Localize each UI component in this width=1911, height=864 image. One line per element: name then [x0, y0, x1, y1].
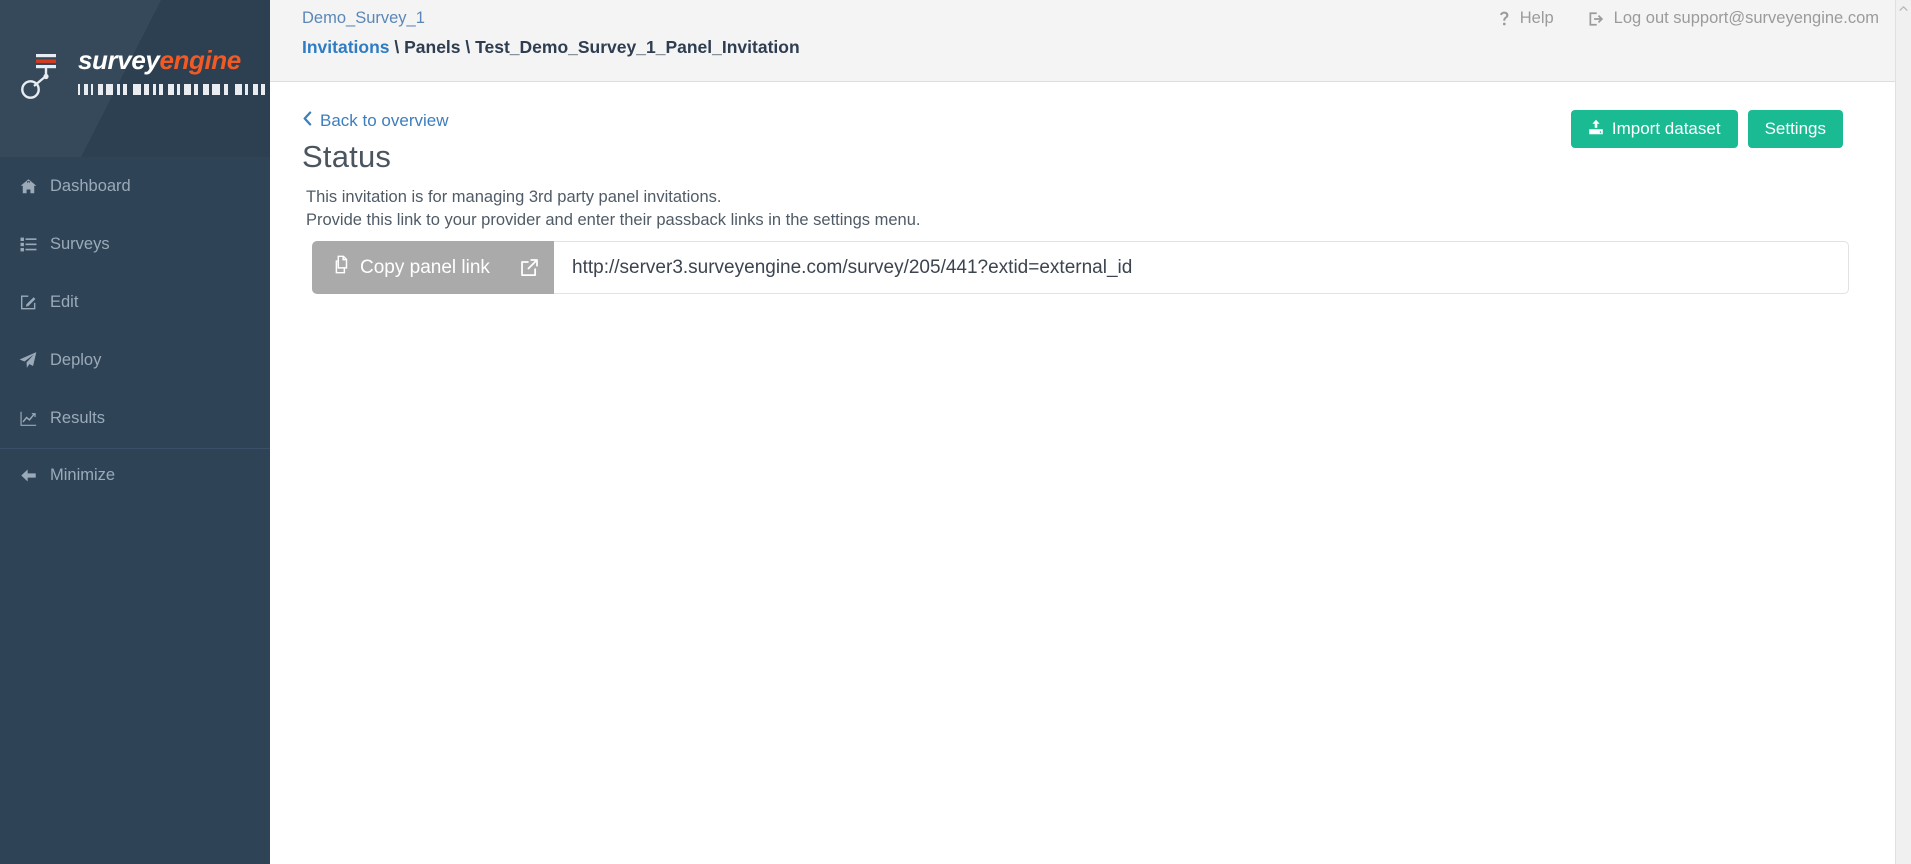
- vertical-scrollbar[interactable]: [1895, 0, 1911, 864]
- page-title: Status: [302, 139, 391, 175]
- top-header-actions: Help Log out support@surveyengine.com: [1498, 9, 1879, 28]
- sidebar-item-surveys[interactable]: Surveys: [0, 224, 270, 264]
- breadcrumb-rest: \ Panels \ Test_Demo_Survey_1_Panel_Invi…: [390, 37, 800, 57]
- chart-line-icon: [14, 410, 42, 427]
- status-description-line-1: This invitation is for managing 3rd part…: [306, 186, 920, 209]
- sidebar-item-label: Results: [50, 409, 105, 428]
- sidebar-item-deploy[interactable]: Deploy: [0, 340, 270, 380]
- sidebar: surveyengine Dashboard Surveys: [0, 0, 270, 864]
- import-dataset-label: Import dataset: [1612, 119, 1721, 139]
- chevron-up-icon[interactable]: [1896, 0, 1911, 16]
- external-link-icon: [519, 257, 540, 278]
- sidebar-item-label: Edit: [50, 293, 78, 312]
- page-action-buttons: Import dataset Settings: [1571, 110, 1843, 148]
- back-to-overview-label: Back to overview: [320, 111, 449, 131]
- import-dataset-button[interactable]: Import dataset: [1571, 110, 1738, 148]
- sidebar-item-dashboard[interactable]: Dashboard: [0, 166, 270, 206]
- logout-link[interactable]: Log out support@surveyengine.com: [1588, 9, 1879, 28]
- sidebar-item-results[interactable]: Results: [0, 398, 270, 438]
- help-label: Help: [1520, 9, 1554, 28]
- question-mark-icon: [1498, 11, 1511, 27]
- brand-logo[interactable]: surveyengine: [0, 0, 270, 157]
- chevron-left-icon: [302, 111, 313, 131]
- breadcrumb: Invitations \ Panels \ Test_Demo_Survey_…: [302, 37, 800, 58]
- barcode-graphic: [78, 83, 270, 95]
- arrow-left-icon: [14, 467, 42, 484]
- sidebar-item-label: Dashboard: [50, 177, 131, 196]
- back-to-overview-link[interactable]: Back to overview: [302, 111, 449, 131]
- magnifier-piston-icon: [18, 48, 70, 100]
- sidebar-item-minimize[interactable]: Minimize: [0, 455, 270, 495]
- brand-wordmark: surveyengine: [78, 47, 241, 73]
- sidebar-item-edit[interactable]: Edit: [0, 282, 270, 322]
- sidebar-item-label: Deploy: [50, 351, 101, 370]
- brand-word-survey: survey: [78, 45, 159, 75]
- main-content: Back to overview Import dataset Settings…: [270, 83, 1895, 864]
- app-window: surveyengine Dashboard Surveys: [0, 0, 1911, 864]
- logout-label: Log out support@surveyengine.com: [1614, 9, 1879, 28]
- settings-label: Settings: [1765, 119, 1826, 139]
- breadcrumb-invitations-link[interactable]: Invitations: [302, 37, 390, 57]
- sidebar-item-label: Minimize: [50, 466, 115, 485]
- copy-panel-link-label: Copy panel link: [360, 257, 490, 279]
- paper-plane-icon: [14, 351, 42, 369]
- sign-out-icon: [1588, 11, 1605, 27]
- pencil-square-icon: [14, 294, 42, 311]
- home-icon: [14, 178, 42, 195]
- sidebar-divider: [0, 448, 270, 449]
- status-description: This invitation is for managing 3rd part…: [306, 186, 920, 232]
- panel-link-group: Copy panel link: [312, 241, 1849, 294]
- help-link[interactable]: Help: [1498, 9, 1554, 28]
- list-icon: [14, 236, 42, 253]
- brand-word-engine: engine: [159, 45, 240, 75]
- sidebar-item-label: Surveys: [50, 235, 110, 254]
- status-description-line-2: Provide this link to your provider and e…: [306, 209, 920, 232]
- copy-panel-link-button[interactable]: Copy panel link: [312, 241, 554, 294]
- settings-button[interactable]: Settings: [1748, 110, 1843, 148]
- upload-icon: [1588, 119, 1604, 140]
- panel-link-input[interactable]: [554, 241, 1849, 294]
- top-header-bar: Demo_Survey_1 Invitations \ Panels \ Tes…: [270, 0, 1895, 82]
- copy-icon: [332, 255, 351, 280]
- breadcrumb-survey-name[interactable]: Demo_Survey_1: [302, 9, 425, 28]
